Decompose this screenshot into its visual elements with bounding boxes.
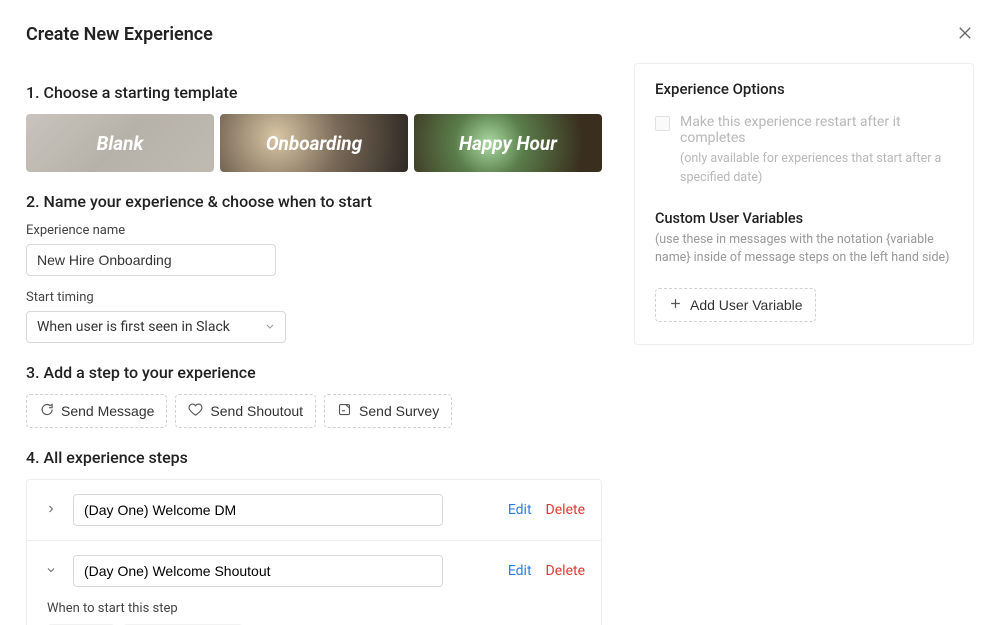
step-body: When to start this step from the previou…: [43, 601, 585, 625]
steps-container: Edit Delete: [26, 479, 602, 625]
add-step-buttons: Send Message Send Shoutout Send Survey: [26, 394, 602, 428]
start-timing-label: Start timing: [26, 290, 602, 305]
step-actions: Edit Delete: [508, 563, 585, 579]
step-head: Edit Delete: [43, 494, 585, 526]
restart-checkbox: [655, 116, 670, 131]
step-actions: Edit Delete: [508, 502, 585, 518]
template-list: Blank Onboarding Happy Hour: [26, 114, 602, 172]
experience-name-label: Experience name: [26, 223, 602, 238]
template-label: Happy Hour: [459, 132, 557, 155]
start-timing-value: When user is first seen in Slack: [26, 311, 286, 343]
custom-vars-hint: (use these in messages with the notation…: [655, 231, 953, 269]
modal-title: Create New Experience: [26, 24, 213, 45]
restart-checkbox-row: Make this experience restart after it co…: [655, 114, 953, 146]
experience-options-title: Experience Options: [655, 80, 953, 98]
collapse-button[interactable]: [43, 564, 59, 579]
chevron-right-icon: [45, 503, 57, 518]
send-message-label: Send Message: [61, 403, 154, 419]
custom-vars-title: Custom User Variables: [655, 210, 953, 227]
modal-body: 1. Choose a starting template Blank Onbo…: [0, 63, 1000, 625]
left-column: 1. Choose a starting template Blank Onbo…: [26, 63, 602, 625]
step-head: Edit Delete: [43, 555, 585, 587]
template-blank[interactable]: Blank: [26, 114, 214, 172]
edit-link[interactable]: Edit: [508, 563, 532, 579]
section-title-all-steps: 4. All experience steps: [26, 448, 602, 467]
template-happy-hour[interactable]: Happy Hour: [414, 114, 602, 172]
edit-link[interactable]: Edit: [508, 502, 532, 518]
add-user-variable-label: Add User Variable: [690, 297, 803, 313]
add-user-variable-button[interactable]: Add User Variable: [655, 288, 816, 322]
send-shoutout-button[interactable]: Send Shoutout: [175, 394, 316, 428]
close-icon: [956, 30, 974, 45]
send-survey-button[interactable]: Send Survey: [324, 394, 452, 428]
start-timing-select[interactable]: When user is first seen in Slack: [26, 311, 286, 343]
when-to-start-label: When to start this step: [47, 601, 585, 616]
create-experience-modal: Create New Experience 1. Choose a starti…: [0, 0, 1000, 625]
send-survey-label: Send Survey: [359, 403, 439, 419]
section-title-template: 1. Choose a starting template: [26, 83, 602, 102]
section-title-add-step: 3. Add a step to your experience: [26, 363, 602, 382]
expand-button[interactable]: [43, 503, 59, 518]
step-name-input[interactable]: [73, 555, 443, 587]
experience-options-card: Experience Options Make this experience …: [634, 63, 974, 345]
step-row: Edit Delete When to start this step: [27, 541, 601, 625]
heart-icon: [188, 402, 203, 420]
delete-link[interactable]: Delete: [546, 563, 585, 579]
survey-icon: [337, 402, 352, 420]
step-row: Edit Delete: [27, 480, 601, 541]
message-icon: [39, 402, 54, 420]
experience-name-input[interactable]: [26, 244, 276, 276]
delete-link[interactable]: Delete: [546, 502, 585, 518]
modal-header: Create New Experience: [0, 0, 1000, 63]
template-onboarding[interactable]: Onboarding: [220, 114, 408, 172]
right-column: Experience Options Make this experience …: [634, 63, 974, 625]
chevron-down-icon: [45, 564, 57, 579]
send-shoutout-label: Send Shoutout: [210, 403, 303, 419]
restart-hint: (only available for experiences that sta…: [655, 150, 953, 188]
close-button[interactable]: [952, 20, 978, 49]
send-message-button[interactable]: Send Message: [26, 394, 167, 428]
restart-checkbox-label: Make this experience restart after it co…: [680, 114, 953, 146]
plus-icon: [668, 296, 683, 314]
step-name-input[interactable]: [73, 494, 443, 526]
section-title-name: 2. Name your experience & choose when to…: [26, 192, 602, 211]
template-label: Blank: [97, 132, 144, 155]
template-label: Onboarding: [266, 132, 362, 155]
